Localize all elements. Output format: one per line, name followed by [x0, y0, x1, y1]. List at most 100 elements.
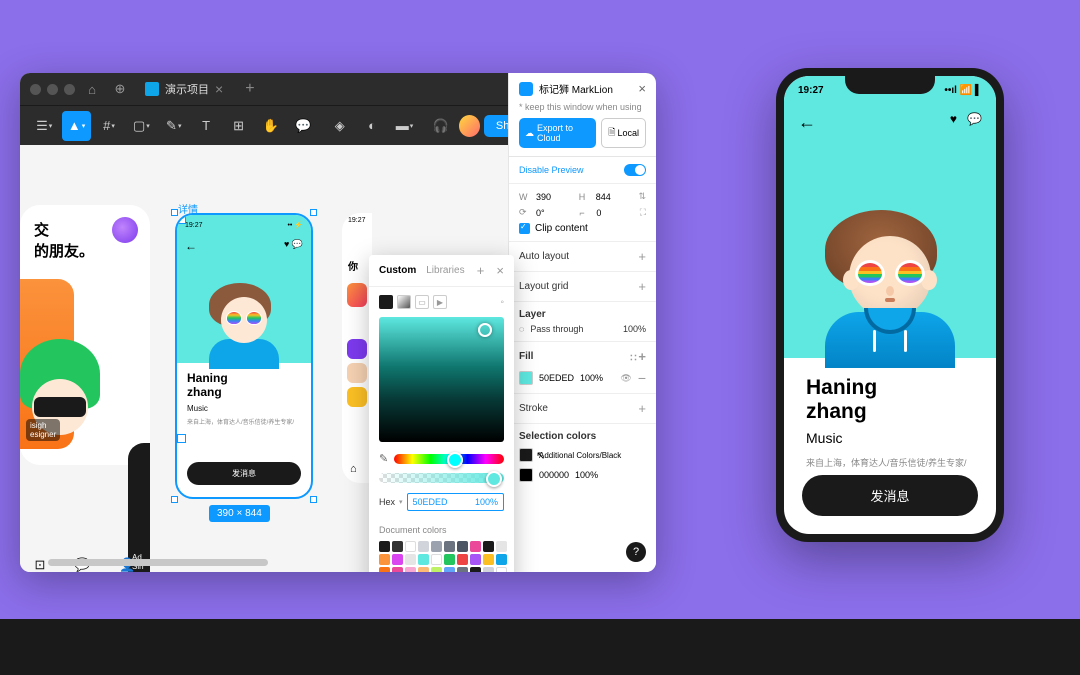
width-input[interactable]: 390	[536, 192, 574, 202]
palette-swatch[interactable]	[405, 554, 416, 565]
palette-swatch[interactable]	[470, 554, 481, 565]
clip-checkbox[interactable]	[519, 223, 530, 234]
export-cloud-button[interactable]: ☁ Export to Cloud	[519, 118, 596, 148]
file-tab[interactable]: 演示项目 ×	[137, 81, 231, 97]
palette-swatch[interactable]	[444, 554, 455, 565]
sc2-hex[interactable]: 000000	[539, 470, 569, 480]
solid-fill-icon[interactable]	[379, 295, 393, 309]
corner-input[interactable]: 0	[596, 208, 634, 218]
palette-swatch[interactable]	[483, 554, 494, 565]
local-button[interactable]: 🗎 Local	[601, 118, 646, 148]
home-icon[interactable]: ⌂	[81, 78, 103, 100]
stroke-add-icon[interactable]: +	[638, 401, 646, 416]
palette-swatch[interactable]	[457, 567, 468, 572]
user-avatar[interactable]	[459, 115, 480, 137]
picker-close-icon[interactable]: ×	[496, 263, 504, 278]
resize-handle-bl[interactable]	[171, 496, 178, 503]
text-tool[interactable]: T	[192, 111, 220, 141]
style-icon[interactable]: ∷	[630, 353, 635, 364]
selected-artboard[interactable]: 19:27•• ⚡ ← ♥ 💬 Haning zhang Music 来自上海，…	[175, 213, 313, 499]
audio-icon[interactable]: 🎧	[427, 111, 455, 141]
palette-swatch[interactable]	[405, 541, 416, 552]
hex-input[interactable]: 50EDED100%	[407, 493, 504, 511]
blend-dropdown-icon[interactable]: ◦	[500, 297, 504, 308]
sc2-pct[interactable]: 100%	[575, 470, 598, 480]
mask-tool[interactable]: ◐	[358, 111, 386, 141]
globe-icon[interactable]: ⊕	[109, 78, 131, 100]
remove-fill-icon[interactable]: −	[638, 370, 646, 386]
palette-swatch[interactable]	[470, 541, 481, 552]
help-icon[interactable]: ?	[626, 542, 646, 562]
color-field[interactable]	[379, 317, 504, 442]
hand-tool[interactable]: ✋	[257, 111, 285, 141]
palette-swatch[interactable]	[379, 567, 390, 572]
palette-swatch[interactable]	[392, 554, 403, 565]
resize-handle-tl[interactable]	[171, 209, 178, 216]
palette-swatch[interactable]	[392, 541, 403, 552]
palette-swatch[interactable]	[496, 554, 507, 565]
palette-swatch[interactable]	[483, 541, 494, 552]
palette-swatch[interactable]	[418, 541, 429, 552]
comment-tool[interactable]: 💬	[289, 111, 317, 141]
traffic-min[interactable]	[47, 84, 58, 95]
image-fill-icon[interactable]: ▭	[415, 295, 429, 309]
hue-slider[interactable]	[394, 454, 504, 464]
pen-tool[interactable]: ✎▾	[160, 111, 188, 141]
resources-tool[interactable]: ⊞	[224, 111, 252, 141]
palette-swatch[interactable]	[392, 567, 403, 572]
move-tool[interactable]: ▲▾	[62, 111, 90, 141]
heart-icon[interactable]: ♥	[950, 112, 957, 126]
boolean-tool[interactable]: ▬▾	[390, 111, 418, 141]
palette-swatch[interactable]	[444, 541, 455, 552]
menu-tool[interactable]: ☰▾	[30, 111, 58, 141]
sc1-swatch[interactable]	[519, 448, 533, 462]
fill-swatch[interactable]	[519, 371, 533, 385]
close-icon[interactable]: ×	[215, 81, 223, 97]
video-fill-icon[interactable]: ▶	[433, 295, 447, 309]
corner-expand-icon[interactable]: ⛶	[640, 207, 646, 218]
alpha-slider[interactable]	[379, 473, 504, 483]
plugin-close-icon[interactable]: ×	[638, 81, 646, 96]
link-icon[interactable]: ⇅	[638, 191, 646, 202]
opacity-input[interactable]: 100%	[623, 324, 646, 334]
auto-layout-add-icon[interactable]: +	[638, 249, 646, 264]
palette-swatch[interactable]	[496, 567, 507, 572]
palette-swatch[interactable]	[483, 567, 494, 572]
gradient-fill-icon[interactable]	[397, 295, 411, 309]
palette-swatch[interactable]	[431, 567, 442, 572]
palette-swatch[interactable]	[496, 541, 507, 552]
palette-swatch[interactable]	[457, 541, 468, 552]
blend-mode-select[interactable]: Pass through	[530, 324, 617, 334]
add-tab-button[interactable]: +	[237, 80, 262, 98]
shape-tool[interactable]: ▢▾	[127, 111, 155, 141]
height-input[interactable]: 844	[596, 192, 634, 202]
fill-pct[interactable]: 100%	[580, 373, 603, 383]
palette-swatch[interactable]	[379, 554, 390, 565]
component-tool[interactable]: ◈	[326, 111, 354, 141]
fill-add-icon[interactable]: +	[638, 349, 646, 364]
resize-handle-br[interactable]	[310, 496, 317, 503]
palette-swatch[interactable]	[431, 554, 442, 565]
preview-toggle[interactable]	[624, 164, 646, 176]
palette-swatch[interactable]	[457, 554, 468, 565]
palette-swatch[interactable]	[431, 541, 442, 552]
palette-swatch[interactable]	[379, 541, 390, 552]
sc2-swatch[interactable]	[519, 468, 533, 482]
traffic-max[interactable]	[64, 84, 75, 95]
grid-add-icon[interactable]: +	[638, 279, 646, 294]
eyedropper-icon[interactable]: ✎	[379, 452, 388, 465]
fill-hex[interactable]: 50EDED	[539, 373, 574, 383]
phone-back-icon[interactable]: ←	[798, 112, 816, 133]
resize-handle-tr[interactable]	[310, 209, 317, 216]
frame-tool[interactable]: #▾	[95, 111, 123, 141]
whatsapp-icon[interactable]: 💬	[967, 112, 982, 126]
palette-swatch[interactable]	[444, 567, 455, 572]
visibility-icon[interactable]: 👁	[620, 373, 631, 384]
palette-swatch[interactable]	[470, 567, 481, 572]
palette-swatch[interactable]	[418, 567, 429, 572]
traffic-close[interactable]	[30, 84, 41, 95]
phone-message-button[interactable]: 发消息	[802, 475, 978, 516]
tab-libraries[interactable]: Libraries	[426, 265, 464, 276]
tab-custom[interactable]: Custom	[379, 265, 416, 276]
palette-swatch[interactable]	[405, 567, 416, 572]
